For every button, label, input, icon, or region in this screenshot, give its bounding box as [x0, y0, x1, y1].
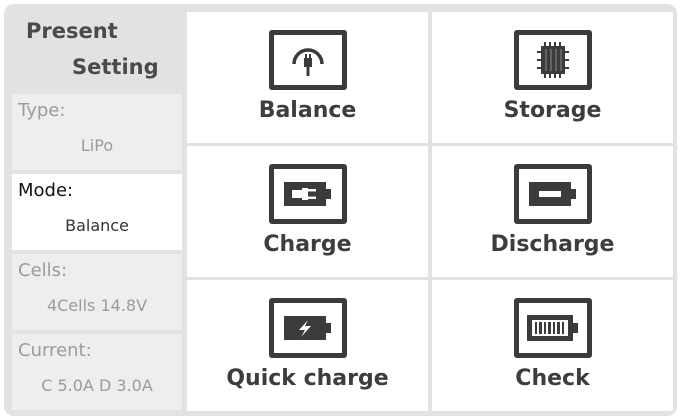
cells-label: Cells:	[18, 260, 68, 281]
sidebar-title: Present Setting	[8, 8, 184, 90]
plug-icon	[268, 30, 347, 90]
battery-storage-icon	[513, 30, 592, 90]
battery-discharge-icon	[513, 164, 592, 224]
current-label: Current:	[18, 340, 92, 361]
current-value: C 5.0A D 3.0A	[41, 376, 153, 395]
mode-quick-charge-label: Quick charge	[226, 366, 389, 391]
type-setting: Type: LiPo	[12, 94, 182, 170]
type-value: LiPo	[80, 136, 114, 155]
mode-discharge-label: Discharge	[490, 232, 615, 257]
present-setting-sidebar: Present Setting Type: LiPo Mode: Balance…	[8, 8, 184, 412]
mode-balance-button[interactable]: Balance	[187, 12, 428, 143]
mode-storage-button[interactable]: Storage	[432, 12, 673, 143]
sidebar-title-line1: Present	[26, 19, 118, 43]
cells-setting: Cells: 4Cells 14.8V	[12, 254, 182, 330]
battery-charge-icon	[268, 164, 347, 224]
mode-setting: Mode: Balance	[12, 174, 182, 250]
sidebar-title-line2: Setting	[72, 55, 159, 79]
type-label: Type:	[18, 100, 66, 121]
mode-label: Mode:	[18, 180, 74, 201]
mode-value: Balance	[65, 216, 129, 235]
cells-value: 4Cells 14.8V	[46, 296, 148, 315]
mode-check-button[interactable]: Check	[432, 280, 673, 411]
mode-storage-label: Storage	[503, 98, 602, 123]
mode-discharge-button[interactable]: Discharge	[432, 146, 673, 277]
mode-charge-label: Charge	[263, 232, 352, 257]
current-setting: Current: C 5.0A D 3.0A	[12, 334, 182, 410]
mode-check-label: Check	[515, 366, 590, 391]
battery-bolt-icon	[268, 298, 347, 358]
mode-balance-label: Balance	[258, 98, 357, 123]
battery-check-icon	[513, 298, 592, 358]
mode-charge-button[interactable]: Charge	[187, 146, 428, 277]
mode-quick-charge-button[interactable]: Quick charge	[187, 280, 428, 411]
